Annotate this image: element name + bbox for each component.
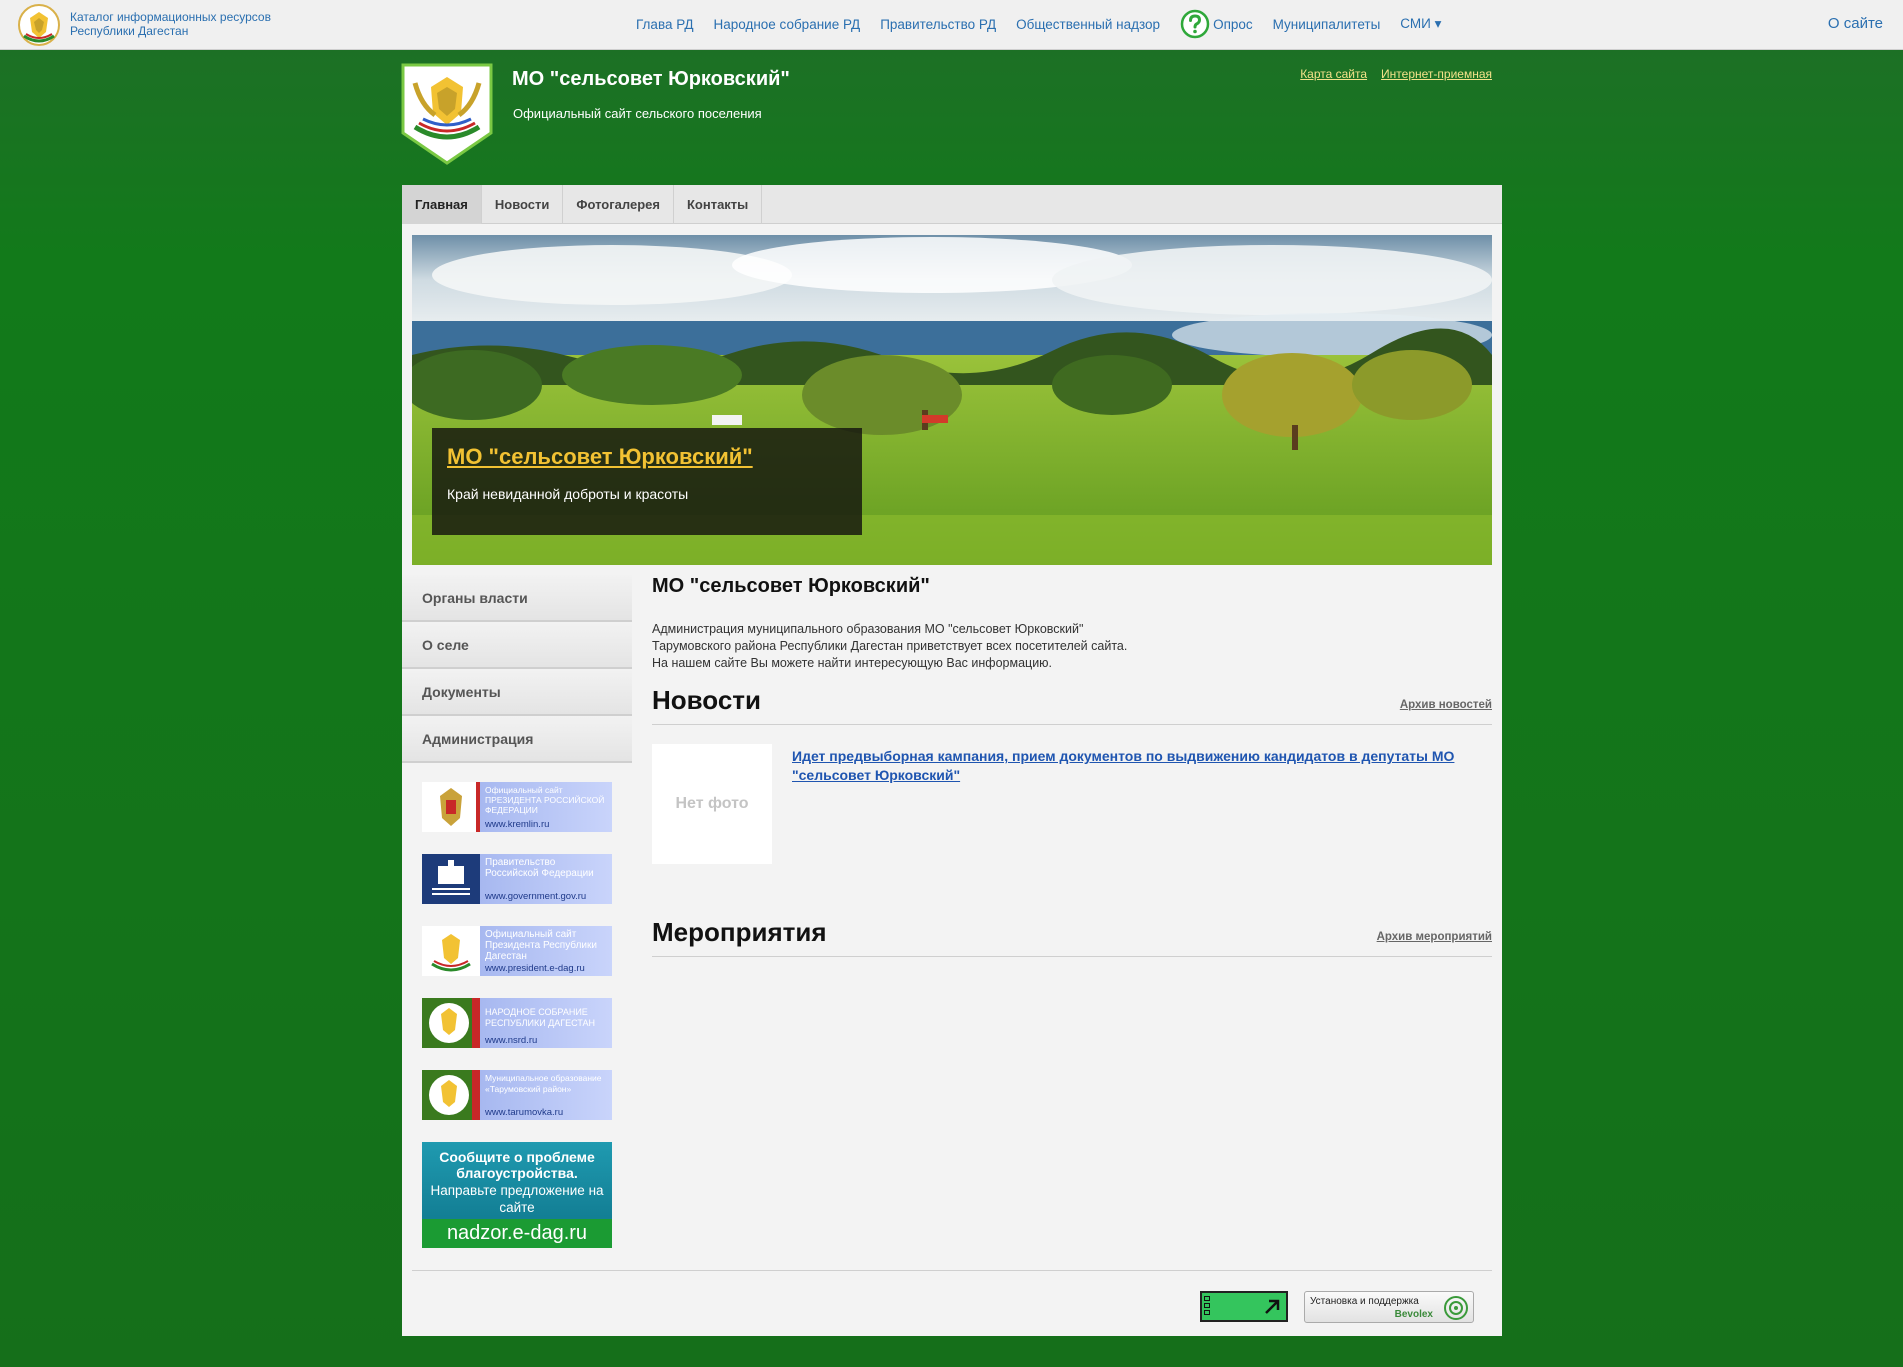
president-dagestan-banner[interactable]: Официальный сайт Президента Республики Д… — [422, 926, 612, 976]
news-archive-link[interactable]: Архив новостей — [1400, 699, 1492, 711]
tab-contacts[interactable]: Контакты — [674, 185, 763, 224]
sidebar-item-administration[interactable]: Администрация — [402, 716, 632, 763]
sidebar-item-authorities[interactable]: Органы власти — [402, 575, 632, 622]
counter-badge[interactable] — [1200, 1291, 1288, 1322]
events-heading: Мероприятия — [652, 917, 827, 947]
banner-title-link[interactable]: МО "сельсовет Юрковский" — [447, 444, 847, 470]
banner-text: Край невиданной доброты и красоты — [447, 486, 689, 502]
events-section-header: Мероприятия Архив мероприятий — [652, 915, 1492, 957]
intro-text: Администрация муниципального образования… — [652, 622, 1128, 670]
footer-divider — [412, 1270, 1492, 1271]
hero-banner: МО "сельсовет Юрковский" Край невиданной… — [412, 235, 1492, 565]
news-heading: Новости — [652, 685, 762, 715]
russia-coat-of-arms-icon — [422, 782, 480, 832]
bevolex-badge[interactable]: Установка и поддержка Bevolex — [1304, 1291, 1474, 1323]
sidebar-banners: Официальный сайт ПРЕЗИДЕНТА РОССИЙСКОЙ Ф… — [422, 782, 612, 1248]
top-nav-government[interactable]: Правительство РД — [880, 17, 996, 32]
main-panel: Главная Новости Фотогалерея Контакты МО … — [402, 185, 1502, 1336]
tab-news[interactable]: Новости — [482, 185, 564, 224]
top-nav-people-assembly[interactable]: Народное собрание РД — [713, 17, 860, 32]
poll-label: Опрос — [1213, 16, 1253, 32]
nsrd-banner[interactable]: НАРОДНОЕ СОБРАНИЕ РЕСПУБЛИКИ ДАГЕСТАН ww… — [422, 998, 612, 1048]
tarumovka-emblem-icon — [422, 1070, 480, 1120]
top-nav-municipalities[interactable]: Муниципалитеты — [1273, 17, 1381, 32]
nadzor-banner[interactable]: Сообщите о проблеме благоустройства. Нап… — [422, 1142, 612, 1248]
no-photo-placeholder: Нет фото — [652, 744, 772, 864]
top-nav-public-supervision[interactable]: Общественный надзор — [1016, 17, 1160, 32]
people-assembly-emblem-icon — [422, 998, 480, 1048]
site-emblem-icon[interactable] — [401, 63, 493, 165]
government-building-icon — [422, 854, 480, 904]
events-archive-link[interactable]: Архив мероприятий — [1377, 931, 1492, 943]
counter-dots-icon — [1204, 1296, 1210, 1318]
page-title: МО "сельсовет Юрковский" — [652, 575, 930, 597]
top-nav-media-dropdown[interactable]: СМИ ▾ — [1400, 16, 1441, 32]
header-links: Карта сайта Интернет-приемная — [1290, 67, 1492, 81]
sidebar-item-documents[interactable]: Документы — [402, 669, 632, 716]
government-banner[interactable]: Правительство Российской Федерации www.g… — [422, 854, 612, 904]
arrow-up-right-icon — [1265, 1299, 1280, 1314]
main-nav: Главная Новости Фотогалерея Контакты — [402, 185, 1502, 224]
news-item: Нет фото Идет предвыборная кампания, при… — [652, 744, 1492, 864]
tab-home[interactable]: Главная — [402, 185, 482, 224]
kremlin-banner[interactable]: Официальный сайт ПРЕЗИДЕНТА РОССИЙСКОЙ Ф… — [422, 782, 612, 832]
dagestan-emblem-icon — [422, 926, 480, 976]
top-bar: Каталог информационных ресурсов Республи… — [0, 0, 1903, 50]
sidebar-item-about-village[interactable]: О селе — [402, 622, 632, 669]
news-item-link[interactable]: Идет предвыборная кампания, прием докуме… — [792, 747, 1492, 785]
question-icon — [1180, 9, 1210, 39]
sitemap-link[interactable]: Карта сайта — [1300, 67, 1367, 81]
sidebar: Органы власти О селе Документы Администр… — [402, 575, 632, 1248]
site-subtitle: Официальный сайт сельского поселения — [513, 106, 762, 121]
dagestan-coat-of-arms-icon[interactable] — [18, 4, 60, 46]
news-section-header: Новости Архив новостей — [652, 683, 1492, 725]
about-site-link[interactable]: О сайте — [1828, 15, 1883, 32]
top-nav-head-rd[interactable]: Глава РД — [636, 17, 693, 32]
main-content: МО "сельсовет Юрковский" Администрация м… — [652, 575, 1492, 957]
internet-reception-link[interactable]: Интернет-приемная — [1381, 67, 1492, 81]
tarumovka-banner[interactable]: Муниципальное образование «Тарумовский р… — [422, 1070, 612, 1120]
top-nav-poll[interactable]: Опрос — [1180, 9, 1253, 39]
site-title: МО "сельсовет Юрковский" — [512, 68, 790, 90]
top-nav: Глава РД Народное собрание РД Правительс… — [636, 0, 1441, 48]
tab-photogallery[interactable]: Фотогалерея — [563, 185, 674, 224]
bevolex-spiral-icon — [1444, 1296, 1468, 1320]
catalog-title[interactable]: Каталог информационных ресурсов Республи… — [70, 10, 290, 38]
banner-caption: МО "сельсовет Юрковский" Край невиданной… — [432, 428, 862, 535]
